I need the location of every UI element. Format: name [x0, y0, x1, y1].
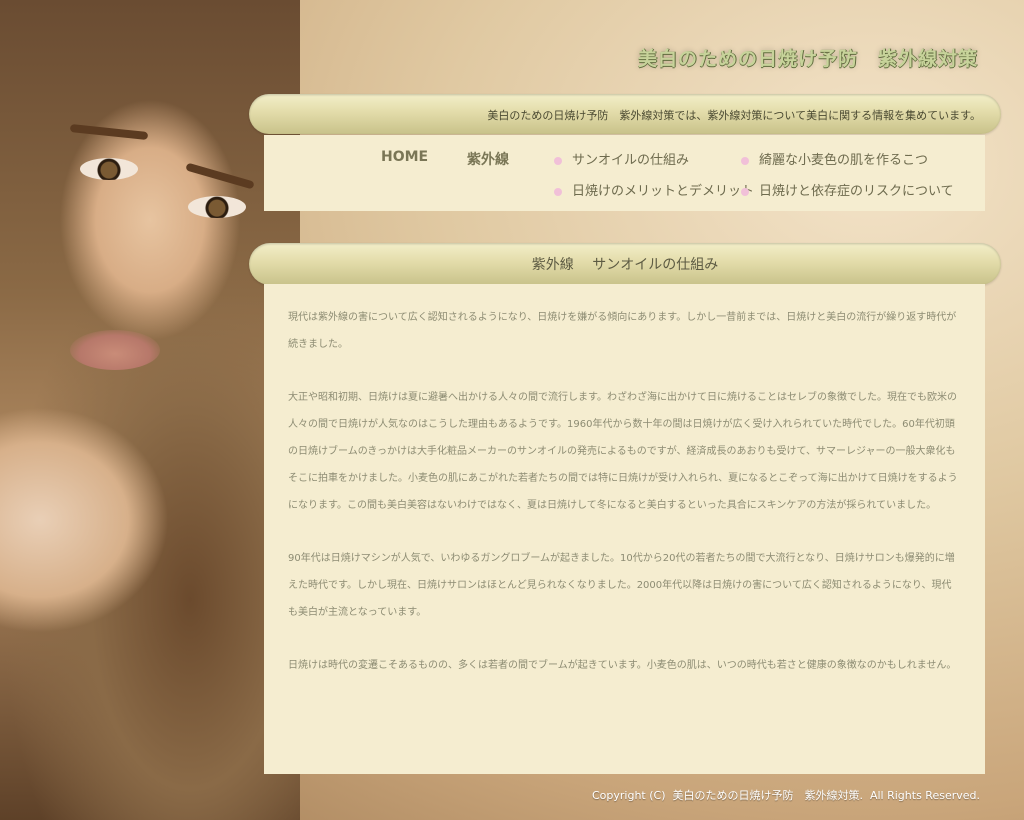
eyebrow-right	[185, 162, 255, 190]
main-content: 現代は紫外線の害について広く認知されるようになり、日焼けを嫌がる傾向にあります。…	[264, 284, 985, 774]
content-paragraph: 現代は紫外線の害について広く認知されるようになり、日焼けを嫌がる傾向にあります。…	[288, 312, 957, 350]
nav-item-tan-tips[interactable]: 綺麗な小麦色の肌を作るこつ	[741, 149, 928, 168]
content-paragraph: 大正や昭和初期、日焼けは夏に避暑へ出かける人々の間で流行します。わざわざ海に出か…	[288, 392, 958, 511]
site-title: 美白のための日焼け予防 紫外線対策	[637, 48, 978, 70]
nav-home-link[interactable]: HOME	[381, 149, 428, 165]
nav-item-label: 日焼けのメリットとデメリット	[572, 184, 755, 199]
nav-item-sunoil[interactable]: サンオイルの仕組み	[554, 149, 689, 168]
lips	[70, 330, 160, 370]
footer-copyright: Copyright (C) 美白のための日焼け予防 紫外線対策. All Rig…	[591, 789, 980, 802]
nav-item-label: サンオイルの仕組み	[572, 153, 690, 168]
intro-bar: 美白のための日焼け予防 紫外線対策では、紫外線対策について美白に関する情報を集め…	[249, 94, 1001, 134]
nav-item-merits[interactable]: 日焼けのメリットとデメリット	[554, 180, 754, 199]
nav-item-label: 綺麗な小麦色の肌を作るこつ	[759, 153, 929, 168]
eye-left	[80, 158, 138, 180]
eyebrow-left	[69, 123, 149, 141]
page-heading-bar: 紫外線 サンオイルの仕組み	[249, 243, 1001, 285]
nav-section-link[interactable]: 紫外線	[467, 149, 509, 169]
content-paragraph: 90年代は日焼けマシンが人気で、いわゆるガングロブームが起きました。10代から2…	[288, 553, 955, 618]
bullet-icon	[741, 156, 749, 165]
bullet-icon	[741, 187, 749, 196]
nav-item-label: 日焼けと依存症のリスクについて	[759, 184, 954, 199]
main-nav: HOME 紫外線 サンオイルの仕組み 綺麗な小麦色の肌を作るこつ 日焼けのメリッ…	[264, 135, 985, 211]
eye-right	[188, 196, 246, 218]
content-paragraph: 日焼けは時代の変遷こそあるものの、多くは若者の間でブームが起きています。小麦色の…	[288, 660, 957, 671]
intro-text: 美白のための日焼け予防 紫外線対策では、紫外線対策について美白に関する情報を集め…	[487, 109, 981, 122]
bullet-icon	[554, 187, 562, 196]
nav-item-dependency[interactable]: 日焼けと依存症のリスクについて	[741, 180, 954, 199]
bullet-icon	[554, 156, 562, 165]
page-heading: 紫外線 サンオイルの仕組み	[531, 257, 719, 273]
